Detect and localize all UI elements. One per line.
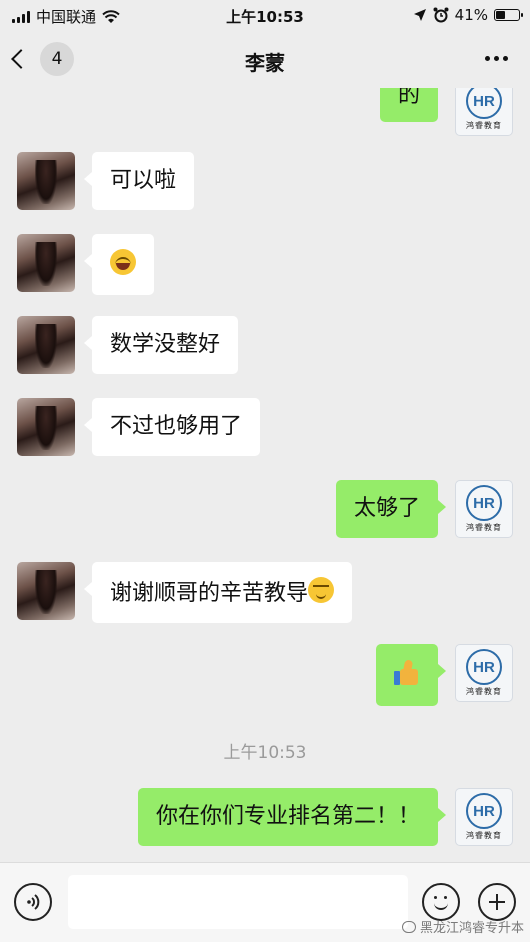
input-bar: 黑龙江鸿睿专升本 (0, 862, 530, 942)
logo-icon: HR (466, 88, 502, 119)
chat-area[interactable]: HR 鸿睿教育 的 可以啦 数学没整好 不过也够用了 HR 鸿睿教育 太够了 谢… (0, 88, 530, 862)
avatar-self[interactable]: HR 鸿睿教育 (455, 644, 513, 702)
message-bubble[interactable]: 可以啦 (83, 152, 195, 210)
smug-face-emoji-icon (308, 577, 335, 603)
message-row: HR 鸿睿教育 太够了 (335, 480, 513, 538)
message-text: 可以啦 (110, 168, 177, 193)
message-bubble[interactable]: 数学没整好 (83, 316, 239, 374)
message-row: 不过也够用了 (17, 398, 261, 456)
thumbs-up-emoji-icon (394, 659, 420, 687)
status-bar: 中国联通 上午10:53 41% (0, 0, 530, 32)
more-icon[interactable] (485, 56, 508, 61)
message-timestamp: 上午10:53 (223, 743, 307, 763)
watermark: 黑龙江鸿睿专升本 (401, 917, 524, 936)
location-arrow-icon (413, 9, 426, 21)
message-text: 不过也够用了 (110, 414, 243, 439)
battery-fill (496, 11, 506, 19)
message-text: 谢谢顺哥的辛苦教导 (110, 581, 309, 606)
message-text: 的 (397, 88, 420, 108)
battery-icon (494, 9, 523, 21)
message-row-partial: HR 鸿睿教育 的 (379, 88, 513, 136)
message-row: HR 鸿睿教育 (376, 644, 513, 706)
alarm-icon (433, 7, 449, 23)
nav-bar: 4 李蒙 (0, 32, 530, 88)
message-row: 谢谢顺哥的辛苦教导 (17, 562, 353, 623)
plus-icon (489, 894, 505, 910)
wechat-icon (401, 920, 416, 933)
avatar-self[interactable]: HR 鸿睿教育 (455, 88, 513, 136)
avatar-contact[interactable] (17, 152, 75, 210)
logo-text: 鸿睿教育 (466, 121, 502, 130)
message-row: HR 鸿睿教育 你在你们专业排名第二！！ (137, 788, 513, 846)
avatar-contact[interactable] (17, 398, 75, 456)
message-bubble[interactable] (376, 644, 446, 706)
message-row: 数学没整好 (17, 316, 239, 374)
voice-input-button[interactable] (14, 883, 52, 921)
watermark-text: 黑龙江鸿睿专升本 (419, 921, 524, 936)
logo-icon: HR (466, 485, 502, 521)
avatar-self[interactable]: HR 鸿睿教育 (455, 788, 513, 846)
message-bubble[interactable]: 谢谢顺哥的辛苦教导 (83, 562, 353, 623)
emoji-button[interactable] (422, 883, 460, 921)
logo-text: 鸿睿教育 (466, 831, 502, 840)
message-row (17, 234, 154, 295)
battery-percent: 41% (454, 6, 488, 24)
logo-icon: HR (466, 649, 502, 685)
smiley-icon (429, 890, 453, 914)
logo-text: 鸿睿教育 (466, 687, 502, 696)
message-bubble[interactable]: 的 (379, 88, 438, 122)
logo-icon: HR (466, 793, 502, 829)
status-right: 41% (413, 6, 523, 24)
plus-button[interactable] (478, 883, 516, 921)
avatar-contact[interactable] (17, 316, 75, 374)
laughing-tears-emoji-icon (110, 249, 136, 275)
message-row: 可以啦 (17, 152, 195, 210)
message-input[interactable] (68, 875, 408, 929)
chat-title: 李蒙 (245, 51, 285, 75)
message-bubble[interactable]: 不过也够用了 (83, 398, 261, 456)
logo-text: 鸿睿教育 (466, 523, 502, 532)
avatar-contact[interactable] (17, 562, 75, 620)
message-bubble[interactable] (84, 234, 154, 295)
message-bubble[interactable]: 你在你们专业排名第二！！ (137, 788, 447, 846)
message-text: 你在你们专业排名第二！！ (155, 804, 420, 829)
voice-icon (27, 894, 40, 910)
avatar-contact[interactable] (17, 234, 75, 292)
message-bubble[interactable]: 太够了 (335, 480, 447, 538)
message-text: 太够了 (353, 496, 420, 521)
message-text: 数学没整好 (110, 332, 221, 357)
avatar-self[interactable]: HR 鸿睿教育 (455, 480, 513, 538)
